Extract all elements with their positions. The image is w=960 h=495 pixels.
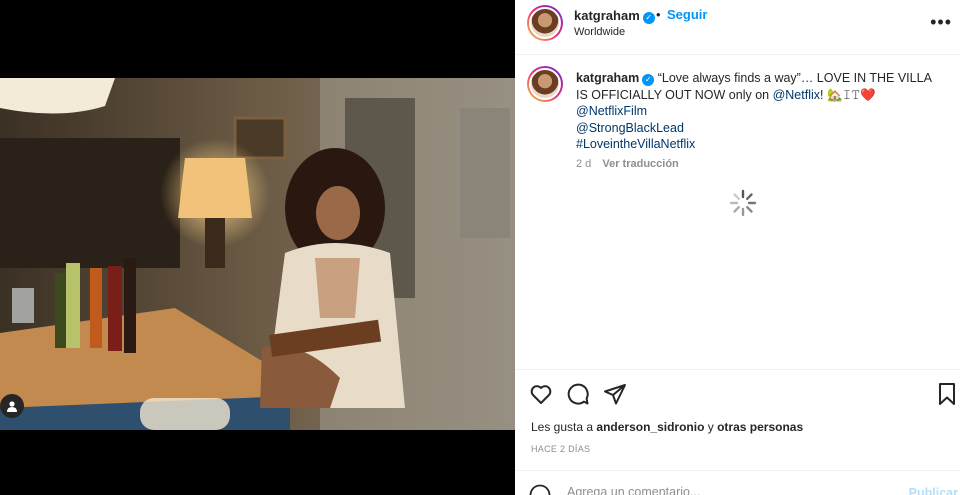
follow-button[interactable]: Seguir bbox=[667, 7, 707, 22]
caption-avatar[interactable] bbox=[527, 66, 563, 102]
hashtag-loveinthevilla[interactable]: #LoveintheVillaNetflix bbox=[576, 136, 946, 153]
actions-section: Les gusta a anderson_sidronio y otras pe… bbox=[515, 369, 960, 469]
mention-strongblacklead[interactable]: @StrongBlackLead bbox=[576, 120, 946, 137]
heart-icon[interactable] bbox=[529, 382, 553, 406]
caption-text: katgraham ✓ “Love always finds a way”… LO… bbox=[576, 70, 946, 153]
username-link[interactable]: katgraham ✓ bbox=[574, 8, 655, 24]
publish-button[interactable]: Publicar bbox=[909, 486, 958, 495]
verified-badge-icon: ✓ bbox=[642, 11, 655, 24]
mention-netflix[interactable]: @Netflix bbox=[773, 88, 820, 102]
loading-spinner-icon bbox=[729, 189, 757, 217]
likes-mid: y bbox=[704, 420, 718, 434]
bookmark-icon[interactable] bbox=[935, 382, 959, 406]
comment-icon[interactable] bbox=[566, 382, 590, 406]
likes-prefix: Les gusta a bbox=[531, 420, 597, 434]
separator-dot: • bbox=[656, 7, 661, 22]
post-header: katgraham ✓ • Seguir Worldwide ••• bbox=[515, 0, 960, 55]
caption-username[interactable]: katgraham bbox=[576, 71, 639, 85]
media-pane bbox=[0, 0, 515, 495]
user-icon bbox=[7, 401, 17, 412]
translate-button[interactable]: Ver traducción bbox=[602, 158, 678, 170]
more-horizontal-icon[interactable]: ••• bbox=[930, 12, 952, 33]
verified-badge-icon: ✓ bbox=[642, 74, 655, 87]
caption-meta: 2 d Ver traducción bbox=[576, 158, 679, 170]
others-link[interactable]: otras personas bbox=[717, 420, 803, 434]
share-icon[interactable] bbox=[603, 382, 627, 406]
post-age: 2 d bbox=[576, 158, 592, 170]
likes-summary: Les gusta a anderson_sidronio y otras pe… bbox=[531, 420, 803, 434]
location-link[interactable]: Worldwide bbox=[574, 26, 625, 38]
comment-input[interactable] bbox=[567, 485, 887, 495]
emoji-icon[interactable] bbox=[529, 484, 551, 495]
mention-netflixfilm[interactable]: @NetflixFilm bbox=[576, 103, 946, 120]
tag-people-button[interactable] bbox=[0, 394, 24, 418]
liked-by-user[interactable]: anderson_sidronio bbox=[596, 420, 704, 434]
caption-end: ! 🏡𝙸𝚃❤️ bbox=[820, 87, 876, 102]
comment-box: Publicar bbox=[515, 470, 960, 495]
post-side-panel: katgraham ✓ • Seguir Worldwide ••• katgra… bbox=[515, 0, 960, 495]
post-photo[interactable] bbox=[0, 78, 515, 430]
post-timestamp: HACE 2 DÍAS bbox=[531, 444, 591, 454]
avatar[interactable] bbox=[527, 5, 563, 41]
